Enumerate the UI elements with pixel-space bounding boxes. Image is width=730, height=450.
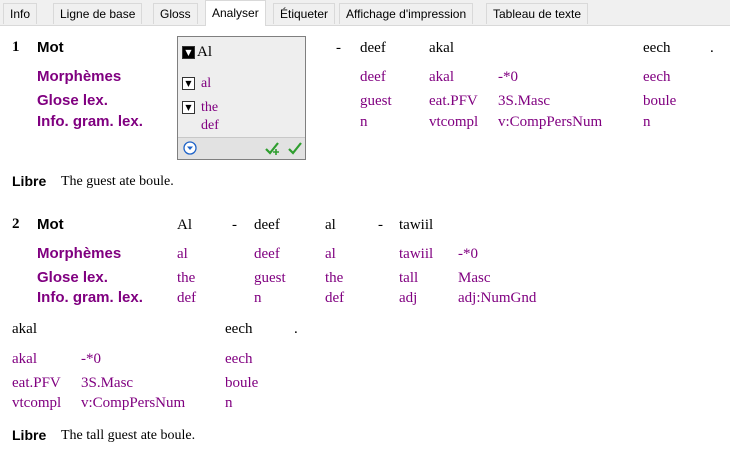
tab-text-chart[interactable]: Tableau de texte	[486, 3, 589, 24]
gloss-cell[interactable]: eat.PFV	[12, 375, 61, 392]
word-separator: -	[336, 40, 341, 56]
morphemes-row-label: Morphèmes	[37, 245, 122, 262]
tab-gloss[interactable]: Gloss	[153, 3, 198, 24]
gram-cell[interactable]: v:CompPersNum	[81, 395, 185, 412]
word-cell[interactable]: akal	[429, 40, 454, 57]
morpheme-cell[interactable]: -*0	[81, 351, 101, 368]
segment-number: 2	[12, 216, 20, 232]
morpheme-cell[interactable]: tawiil	[399, 246, 433, 263]
word-cell[interactable]: deef	[360, 40, 386, 57]
gloss-cell[interactable]: the	[177, 270, 195, 287]
word-cell[interactable]: al	[325, 217, 336, 234]
morpheme-cell[interactable]: eech	[643, 69, 670, 86]
morpheme-cell[interactable]: al	[325, 246, 336, 263]
arrow-down-icon[interactable]	[183, 141, 197, 155]
tab-baseline[interactable]: Ligne de base	[53, 3, 143, 24]
gram-cell[interactable]: v:CompPersNum	[498, 114, 602, 131]
word-row-label: Mot	[37, 216, 64, 233]
gram-cell[interactable]: vtcompl	[429, 114, 478, 131]
punctuation: .	[710, 40, 714, 56]
word-dropdown-icon[interactable]: ▼	[182, 46, 195, 59]
morpheme-cell[interactable]: deef	[254, 246, 280, 263]
segment-number: 1	[12, 39, 20, 55]
word-cell[interactable]: eech	[225, 321, 252, 338]
gloss-cell[interactable]: Masc	[458, 270, 491, 287]
tab-tag[interactable]: Étiqueter	[273, 3, 336, 24]
analysis-sandbox[interactable]: ▼ Al ▼ al ▼ the def	[177, 36, 306, 160]
word-cell[interactable]: eech	[643, 40, 670, 57]
check-icon[interactable]	[287, 140, 303, 156]
morpheme-cell[interactable]: eech	[225, 351, 252, 368]
morpheme-cell[interactable]: -*0	[498, 69, 518, 86]
gram-cell[interactable]: n	[643, 114, 651, 131]
word-cell[interactable]: deef	[254, 217, 280, 234]
gram-cell[interactable]: adj	[399, 290, 417, 307]
free-translation-label: Libre	[12, 173, 47, 189]
tab-print-view[interactable]: Affichage d'impression	[339, 3, 474, 24]
morpheme-cell[interactable]: akal	[429, 69, 454, 86]
tab-info[interactable]: Info	[3, 3, 38, 24]
lex-gloss-row-label: Glose lex.	[37, 92, 108, 109]
gloss-cell[interactable]: the	[325, 270, 343, 287]
morpheme-cell[interactable]: akal	[12, 351, 37, 368]
free-translation-text[interactable]: The tall guest ate boule.	[61, 428, 195, 444]
gram-info-row-label: Info. gram. lex.	[37, 113, 143, 130]
morpheme-cell[interactable]: al	[177, 246, 188, 263]
gram-cell[interactable]: n	[225, 395, 233, 412]
sandbox-word[interactable]: Al	[197, 44, 212, 61]
word-cell[interactable]: Al	[177, 217, 192, 234]
tab-bar: Info Ligne de base Gloss Analyser Étique…	[0, 0, 730, 26]
gloss-cell[interactable]: tall	[399, 270, 418, 287]
lex-gloss-row-label: Glose lex.	[37, 269, 108, 286]
word-cell[interactable]: akal	[12, 321, 37, 338]
tab-analyze[interactable]: Analyser	[205, 0, 266, 26]
morphemes-row-label: Morphèmes	[37, 68, 122, 85]
gram-cell[interactable]: vtcompl	[12, 395, 61, 412]
word-separator: -	[232, 217, 237, 233]
gloss-cell[interactable]: 3S.Masc	[498, 93, 550, 110]
check-all-icon[interactable]	[264, 140, 282, 156]
word-separator: -	[378, 217, 383, 233]
gloss-cell[interactable]: eat.PFV	[429, 93, 478, 110]
gloss-cell[interactable]: 3S.Masc	[81, 375, 133, 392]
word-row-label: Mot	[37, 39, 64, 56]
sandbox-morpheme[interactable]: al	[201, 76, 211, 92]
gram-cell[interactable]: adj:NumGnd	[458, 290, 536, 307]
sandbox-gram-info[interactable]: def	[201, 118, 219, 134]
sandbox-toolbar	[178, 137, 305, 159]
gloss-cell[interactable]: guest	[360, 93, 392, 110]
gloss-cell[interactable]: guest	[254, 270, 286, 287]
free-translation-text[interactable]: The guest ate boule.	[61, 174, 174, 190]
gram-info-row-label: Info. gram. lex.	[37, 289, 143, 306]
gram-cell[interactable]: n	[254, 290, 262, 307]
gram-cell[interactable]: def	[177, 290, 196, 307]
punctuation: .	[294, 321, 298, 337]
sandbox-gloss[interactable]: the	[201, 100, 218, 116]
word-cell[interactable]: tawiil	[399, 217, 433, 234]
morpheme-cell[interactable]: -*0	[458, 246, 478, 263]
gram-cell[interactable]: n	[360, 114, 368, 131]
gram-cell[interactable]: def	[325, 290, 344, 307]
gloss-dropdown-icon[interactable]: ▼	[182, 101, 195, 114]
gloss-cell[interactable]: boule	[225, 375, 258, 392]
morpheme-cell[interactable]: deef	[360, 69, 386, 86]
gloss-cell[interactable]: boule	[643, 93, 676, 110]
morph-dropdown-icon[interactable]: ▼	[182, 77, 195, 90]
free-translation-label: Libre	[12, 427, 47, 443]
